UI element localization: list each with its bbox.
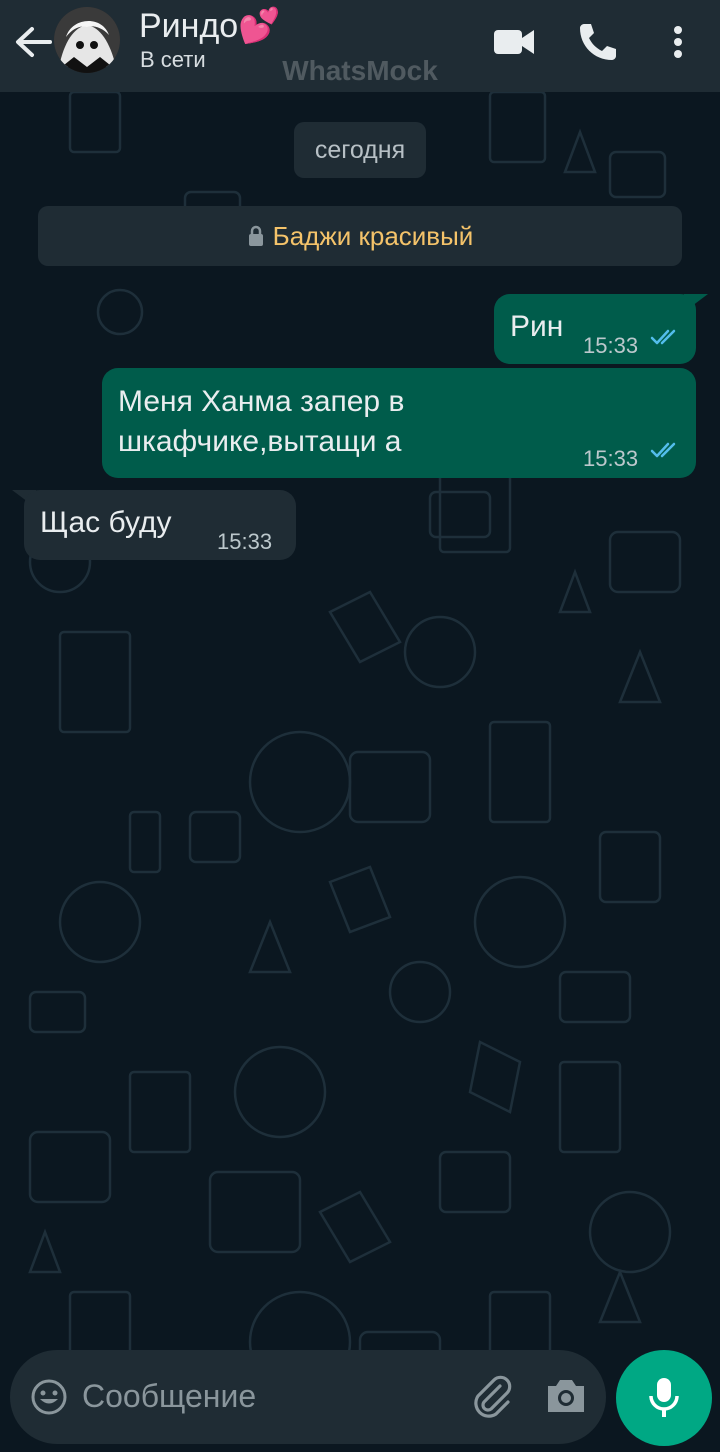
message-bubble-outgoing[interactable]: Меня Ханма запер в шкафчике,вытащи а 15:… [102,368,696,478]
phone-icon[interactable] [574,18,622,66]
chat-header: Риндо💕 В сети WhatsMock [0,0,720,92]
encryption-notice[interactable]: Баджи красивый [38,206,682,266]
message-bubble-incoming[interactable]: Щас буду 15:33 [24,490,296,560]
emoji-icon[interactable] [30,1378,68,1416]
video-call-icon[interactable] [490,18,538,66]
more-vert-icon[interactable] [654,18,702,66]
camera-icon[interactable] [544,1376,588,1416]
contact-name[interactable]: Риндо💕 [139,6,281,46]
message-text-line: шкафчике,вытащи а [118,425,402,458]
lock-icon [248,225,263,246]
attach-icon[interactable] [470,1374,516,1420]
notice-text: Баджи красивый [272,220,474,251]
message-text-line: Меня Ханма запер в [118,385,405,418]
mic-icon [649,1378,679,1417]
mic-button[interactable] [616,1350,712,1446]
date-separator: сегодня [294,122,426,178]
message-input-bar[interactable]: Сообщение [10,1350,606,1444]
message-text: Рин [510,310,564,343]
message-time: 15:33 [217,529,273,554]
message-text: Щас буду [40,506,172,539]
bubble-tail [684,294,708,312]
double-check-icon [650,329,676,345]
double-check-icon [650,442,676,458]
message-time: 15:33 [583,333,639,358]
message-bubble-outgoing[interactable]: Рин 15:33 [494,294,696,364]
message-input[interactable]: Сообщение [82,1378,256,1415]
message-time: 15:33 [583,446,639,471]
